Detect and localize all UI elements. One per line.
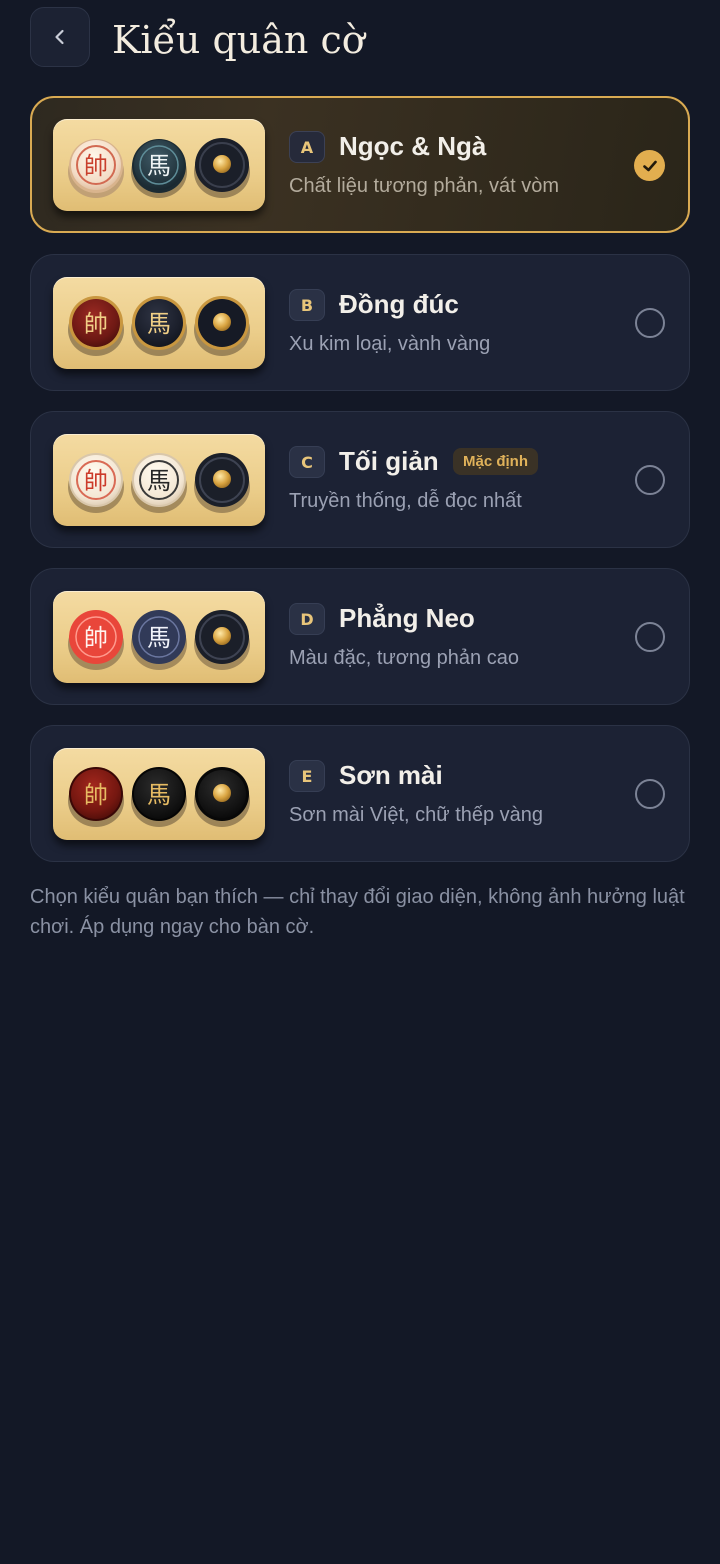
black-horse-glyph: 馬 bbox=[147, 310, 171, 338]
red-general-glyph: 帥 bbox=[84, 781, 108, 809]
black-horse-glyph: 馬 bbox=[147, 467, 171, 495]
option-description: Màu đặc, tương phản cao bbox=[289, 647, 519, 669]
option-letter-badge: E bbox=[289, 760, 325, 792]
selected-radio[interactable] bbox=[634, 150, 665, 181]
unselected-radio[interactable] bbox=[635, 622, 665, 652]
option-name: Phẳng Neo bbox=[339, 603, 475, 633]
back-button[interactable] bbox=[30, 7, 90, 67]
option-name: Tối giản bbox=[339, 446, 439, 476]
black-horse-glyph: 馬 bbox=[147, 624, 171, 652]
style-option-e[interactable]: 帥 馬 E Sơn mài Sơn mài Việt, chữ thếp vàn… bbox=[30, 725, 690, 862]
style-option-a[interactable]: 帥 馬 A Ngọc & Ngà Chất liệu tương phản, v… bbox=[30, 96, 690, 233]
piece-preview-tray: 帥 馬 bbox=[53, 591, 265, 683]
black-horse-glyph: 馬 bbox=[147, 152, 171, 180]
unselected-radio[interactable] bbox=[635, 308, 665, 338]
option-description: Truyền thống, dễ đọc nhất bbox=[289, 490, 522, 512]
style-option-d[interactable]: 帥 馬 D Phẳng Neo Màu đặc, tương phản cao bbox=[30, 568, 690, 705]
option-description: Sơn mài Việt, chữ thếp vàng bbox=[289, 804, 544, 826]
piece-style-screen: Kiểu quân cờ 帥 馬 A Ngọc & Ngà Chất liệu … bbox=[0, 0, 720, 1564]
option-letter-badge: B bbox=[289, 289, 325, 321]
option-description: Chất liệu tương phản, vát vòm bbox=[289, 175, 559, 197]
option-name: Đồng đúc bbox=[339, 289, 459, 319]
style-option-b[interactable]: 帥 馬 B Đồng đúc Xu kim loại, vành vàng bbox=[30, 254, 690, 391]
option-letter-badge: A bbox=[289, 131, 325, 163]
red-general-glyph: 帥 bbox=[84, 310, 108, 338]
red-general-glyph: 帥 bbox=[84, 624, 108, 652]
chevron-left-icon bbox=[55, 29, 64, 45]
option-letter-badge: D bbox=[289, 603, 325, 635]
option-name: Ngọc & Ngà bbox=[339, 131, 487, 161]
checkmark-icon bbox=[642, 160, 657, 171]
unselected-radio[interactable] bbox=[635, 465, 665, 495]
option-letter-badge: C bbox=[289, 446, 325, 478]
red-general-glyph: 帥 bbox=[84, 467, 108, 495]
piece-preview-tray: 帥 馬 bbox=[53, 434, 265, 526]
option-name: Sơn mài bbox=[339, 760, 443, 790]
piece-preview-tray: 帥 馬 bbox=[53, 748, 265, 840]
page-title: Kiểu quân cờ bbox=[112, 18, 365, 62]
piece-preview-tray: 帥 馬 bbox=[53, 277, 265, 369]
default-badge: Mặc định bbox=[453, 448, 539, 475]
footer-note: Chọn kiểu quân bạn thích — chỉ thay đổi … bbox=[30, 886, 685, 938]
red-general-glyph: 帥 bbox=[84, 152, 108, 180]
unselected-radio[interactable] bbox=[635, 779, 665, 809]
piece-preview-tray: 帥 馬 bbox=[53, 119, 265, 211]
option-description: Xu kim loại, vành vàng bbox=[289, 333, 491, 355]
black-horse-glyph: 馬 bbox=[147, 781, 171, 809]
style-option-c[interactable]: 帥 馬 C Tối giản Mặc định Truyền thống, dễ… bbox=[30, 411, 690, 548]
